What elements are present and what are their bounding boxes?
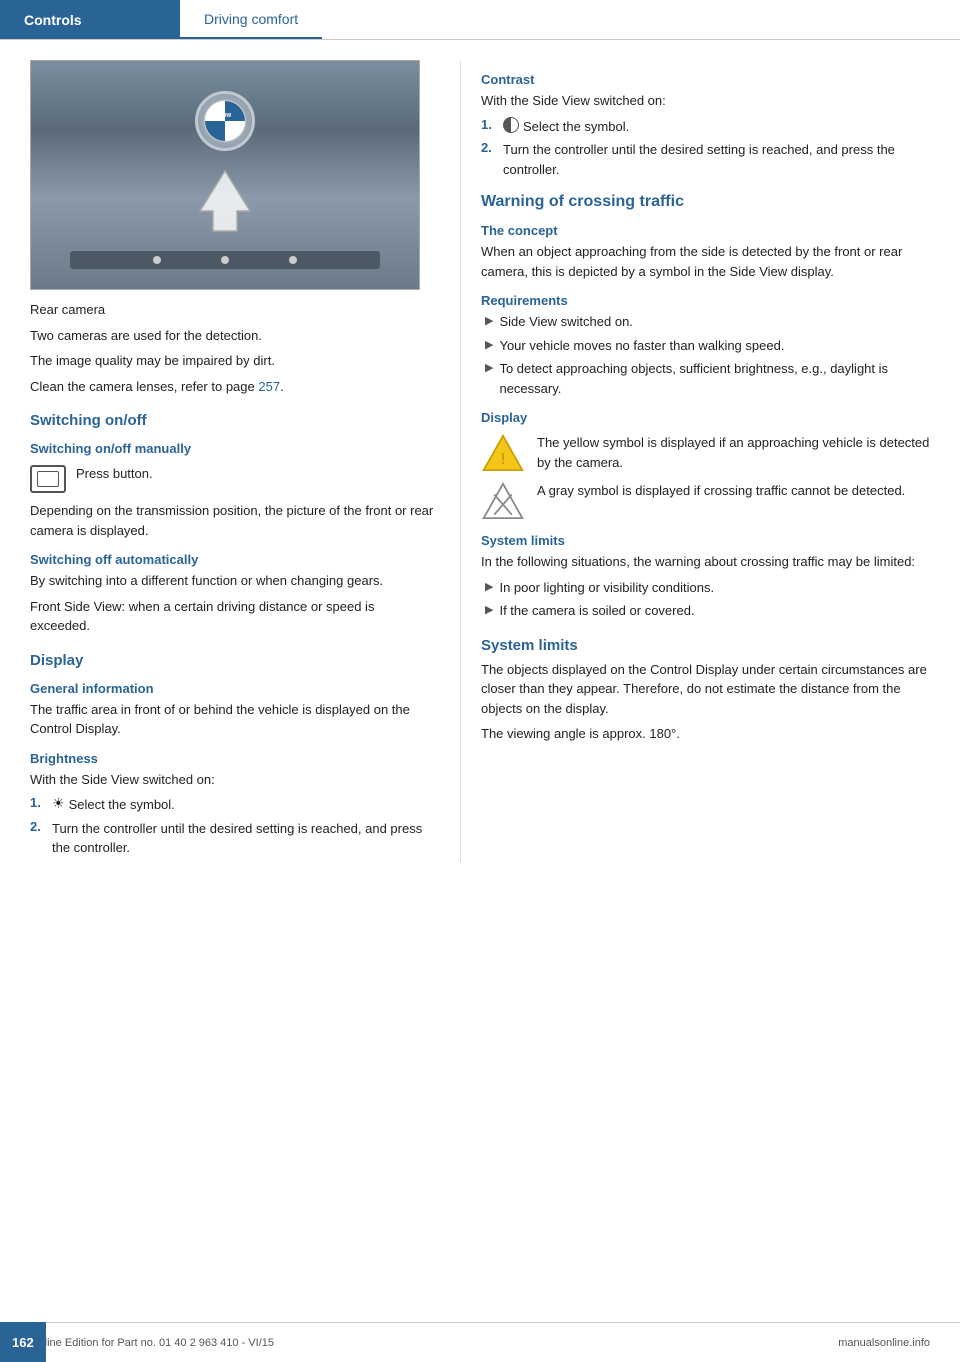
gray-triangle-row: A gray symbol is displayed if crossing t…: [481, 481, 930, 521]
req1-text: Side View switched on.: [499, 312, 632, 332]
brightness-step2-text: Turn the controller until the desired se…: [52, 819, 436, 858]
header-controls-tab[interactable]: Controls: [0, 0, 180, 39]
brightness-step2-row: 2. Turn the controller until the desired…: [30, 819, 436, 858]
contrast-step2-text: Turn the controller until the desired se…: [503, 140, 930, 179]
clean-body: Clean the camera lenses, refer to page 2…: [30, 377, 436, 397]
sys-lim1-text: In poor lighting or visibility condition…: [499, 578, 714, 598]
header-driving-tab[interactable]: Driving comfort: [180, 0, 322, 39]
req3-item: ▶ To detect approaching objects, suffici…: [481, 359, 930, 398]
page-number: 162: [12, 1335, 34, 1350]
system-limits-body1: In the following situations, the warning…: [481, 552, 930, 572]
transmission-body: Depending on the transmission position, …: [30, 501, 436, 540]
right-column: Contrast With the Side View switched on:…: [460, 60, 960, 862]
brightness-step1-row: 1. ☀ Select the symbol.: [30, 795, 436, 815]
bmw-logo: BMW: [195, 91, 255, 151]
brightness-intro: With the Side View switched on:: [30, 770, 436, 790]
contrast-step1-row: 1. Select the symbol.: [481, 117, 930, 137]
bullet-arrow-sl2: ▶: [485, 603, 493, 616]
step1-num: 1.: [30, 795, 48, 810]
press-button-label: Press button.: [76, 464, 153, 484]
yellow-triangle-icon: !: [481, 433, 525, 473]
bullet-arrow-2: ▶: [485, 338, 493, 351]
button-icon-inner: [37, 471, 59, 487]
camera-image: BMW: [30, 60, 420, 290]
driving-comfort-label: Driving comfort: [204, 11, 298, 27]
quality-body: The image quality may be impaired by dir…: [30, 351, 436, 371]
bullet-arrow-1: ▶: [485, 314, 493, 327]
req2-item: ▶ Your vehicle moves no faster than walk…: [481, 336, 930, 356]
contrast-step1-text: Select the symbol.: [523, 117, 629, 137]
detection-body: Two cameras are used for the detection.: [30, 326, 436, 346]
brightness-heading: Brightness: [30, 751, 436, 766]
press-button-row: Press button.: [30, 464, 436, 493]
contrast-intro: With the Side View switched on:: [481, 91, 930, 111]
svg-text:BMW: BMW: [219, 113, 232, 119]
step2-num: 2.: [30, 819, 48, 834]
contrast-step1-num: 1.: [481, 117, 499, 132]
main-content: BMW Rear camera Two cameras are used: [0, 40, 960, 902]
left-column: BMW Rear camera Two cameras are used: [0, 60, 460, 862]
system-limits-heading2: System limits: [481, 637, 930, 654]
page-footer: 162 Online Edition for Part no. 01 40 2 …: [0, 1322, 960, 1362]
system-limits-body3: The viewing angle is approx. 180°.: [481, 724, 930, 744]
display-heading-left: Display: [30, 652, 436, 669]
page-number-box: 162: [0, 1322, 46, 1362]
system-limits-heading1: System limits: [481, 533, 930, 548]
auto-body2: Front Side View: when a certain driving …: [30, 597, 436, 636]
yellow-triangle-text: The yellow symbol is displayed if an app…: [537, 433, 930, 472]
bullet-arrow-sl1: ▶: [485, 580, 493, 593]
gen-info-heading: General information: [30, 681, 436, 696]
switching-manually-heading: Switching on/off manually: [30, 441, 436, 456]
button-icon: [30, 465, 66, 493]
bullet-arrow-3: ▶: [485, 361, 493, 374]
sys-lim2-item: ▶ If the camera is soiled or covered.: [481, 601, 930, 621]
sys-lim1-item: ▶ In poor lighting or visibility conditi…: [481, 578, 930, 598]
contrast-step2-row: 2. Turn the controller until the desired…: [481, 140, 930, 179]
half-circle-icon: [503, 117, 523, 134]
contrast-step2-num: 2.: [481, 140, 499, 155]
the-concept-body: When an object approaching from the side…: [481, 242, 930, 281]
camera-caption: Rear camera: [30, 300, 436, 320]
clean-prefix: Clean the camera lenses, refer to page: [30, 379, 258, 394]
footer-doc-text: Online Edition for Part no. 01 40 2 963 …: [30, 1337, 274, 1349]
page-ref-257[interactable]: 257: [258, 379, 280, 394]
camera-bar: [70, 251, 380, 269]
clean-suffix: .: [280, 379, 284, 394]
gen-info-body: The traffic area in front of or behind t…: [30, 700, 436, 739]
controls-label: Controls: [24, 12, 82, 28]
footer-watermark: manualsonline.info: [838, 1337, 930, 1349]
warning-heading: Warning of crossing traffic: [481, 193, 930, 211]
svg-text:!: !: [500, 451, 505, 468]
req1-item: ▶ Side View switched on.: [481, 312, 930, 332]
display-heading-right: Display: [481, 410, 930, 425]
switching-on-off-heading: Switching on/off: [30, 412, 436, 429]
gray-triangle-icon: [481, 481, 525, 521]
sys-lim2-text: If the camera is soiled or covered.: [499, 601, 694, 621]
up-arrow-icon: [195, 166, 255, 236]
requirements-heading: Requirements: [481, 293, 930, 308]
auto-body1: By switching into a different function o…: [30, 571, 436, 591]
sun-icon: ☀: [52, 795, 65, 812]
gray-triangle-text: A gray symbol is displayed if crossing t…: [537, 481, 905, 501]
req3-text: To detect approaching objects, sufficien…: [499, 359, 930, 398]
page-header: Controls Driving comfort: [0, 0, 960, 40]
yellow-triangle-row: ! The yellow symbol is displayed if an a…: [481, 433, 930, 473]
brightness-step1-text: Select the symbol.: [69, 795, 175, 815]
system-limits-body2: The objects displayed on the Control Dis…: [481, 660, 930, 719]
contrast-heading: Contrast: [481, 72, 930, 87]
the-concept-heading: The concept: [481, 223, 930, 238]
switching-auto-heading: Switching off automatically: [30, 552, 436, 567]
req2-text: Your vehicle moves no faster than walkin…: [499, 336, 784, 356]
